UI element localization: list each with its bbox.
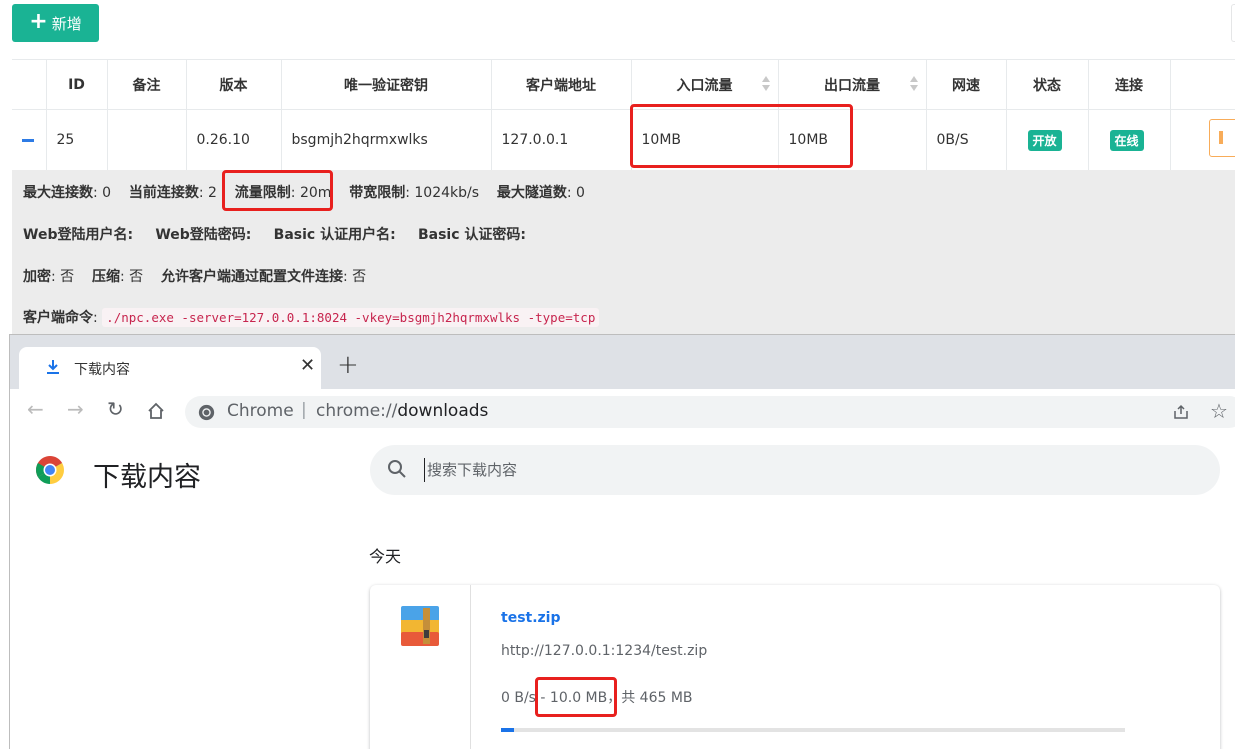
download-search-bar xyxy=(370,445,1220,495)
highlight-flow-limit-box xyxy=(222,170,333,211)
forward-icon[interactable]: → xyxy=(67,397,84,421)
col-speed[interactable]: 网速 xyxy=(925,59,1006,110)
search-icon xyxy=(388,460,406,478)
col-status[interactable]: 状态 xyxy=(1005,59,1088,110)
search-box-edge[interactable] xyxy=(1231,4,1235,42)
close-tab-icon[interactable]: ✕ xyxy=(300,355,315,376)
col-out-flow[interactable]: 出口流量 xyxy=(777,59,926,110)
download-url: http://127.0.0.1:1234/test.zip xyxy=(501,643,708,659)
page-title: 下载内容 xyxy=(93,462,201,493)
cell-version: 0.26.10 xyxy=(185,109,281,171)
col-in-flow[interactable]: 入口流量 xyxy=(630,59,778,110)
new-tab-icon[interactable]: + xyxy=(337,350,359,380)
cell-remark xyxy=(106,109,186,171)
highlight-flow-box xyxy=(630,104,853,168)
sort-icon[interactable] xyxy=(761,76,770,94)
detail-row-auth: Web登陆用户名: Web登陆密码: Basic 认证用户名: Basic 认证… xyxy=(23,224,526,244)
download-icon xyxy=(47,360,59,374)
reload-icon[interactable]: ↻ xyxy=(107,397,124,421)
cur-conn-value: : 2 xyxy=(198,185,217,201)
max-conn-label: 最大连接数 xyxy=(23,185,93,201)
add-button-label: 新增 xyxy=(51,14,82,33)
basic-user-label: Basic 认证用户名: xyxy=(273,227,396,243)
web-pass-label: Web登陆密码: xyxy=(155,227,252,243)
cur-conn-label: 当前连接数 xyxy=(128,185,199,201)
zip-file-icon xyxy=(401,606,439,646)
cell-vkey: bsgmjh2hqrmxwlks xyxy=(280,109,491,171)
cell-speed: 0B/S xyxy=(925,109,1006,171)
tab-downloads[interactable]: 下载内容 ✕ xyxy=(19,347,321,389)
download-progress-bar xyxy=(501,728,1125,732)
card-divider xyxy=(470,585,471,749)
status-badge: 开放 xyxy=(1027,129,1062,151)
detail-row-command: 客户端命令: ./npc.exe -server=127.0.0.1:8024 … xyxy=(23,307,600,327)
download-filename-link[interactable]: test.zip xyxy=(501,610,561,626)
col-vkey[interactable]: 唯一验证密钥 xyxy=(280,59,491,110)
omnibox-site-label: Chrome xyxy=(227,401,294,421)
download-progress-fill xyxy=(501,728,515,732)
home-icon[interactable] xyxy=(147,402,165,420)
bookmark-star-icon[interactable]: ☆ xyxy=(1210,399,1228,423)
cmd-label: 客户端命令 xyxy=(23,310,93,326)
cell-client-addr: 127.0.0.1 xyxy=(490,109,631,171)
chrome-site-icon xyxy=(198,404,215,421)
max-tunnel-label: 最大隧道数 xyxy=(496,185,567,201)
max-tunnel-value: : 0 xyxy=(566,185,585,201)
omnibox-url: chrome://downloads xyxy=(316,401,488,421)
col-client-addr[interactable]: 客户端地址 xyxy=(490,59,631,110)
cell-id: 25 xyxy=(45,109,107,171)
browser-toolbar: ← → ↻ Chrome | chrome://downloads ☆ xyxy=(10,389,1235,433)
client-table: ID 备注 版本 唯一验证密钥 客户端地址 入口流量 出口流量 网速 状态 连接… xyxy=(12,59,1235,171)
cmd-colon: : xyxy=(93,310,98,326)
col-expand xyxy=(12,59,46,110)
col-id[interactable]: ID xyxy=(45,59,107,110)
search-input[interactable] xyxy=(424,458,1024,482)
chrome-logo-icon xyxy=(36,456,64,484)
cell-status: 开放 xyxy=(1005,109,1088,171)
minus-icon[interactable] xyxy=(22,138,34,142)
table-header: ID 备注 版本 唯一验证密钥 客户端地址 入口流量 出口流量 网速 状态 连接 xyxy=(12,59,1235,110)
max-conn-value: : 0 xyxy=(93,185,112,201)
detail-row-options: 加密: 否 压缩: 否 允许客户端通过配置文件连接: 否 xyxy=(23,266,366,286)
compress-value: : 否 xyxy=(119,269,144,285)
crypt-label: 加密 xyxy=(23,269,51,285)
chrome-window: 下载内容 ✕ + ← → ↻ Chrome | chrome://downloa… xyxy=(9,334,1235,749)
highlight-downloaded-box xyxy=(535,677,617,717)
url-host: downloads xyxy=(397,401,489,421)
client-detail-panel: 最大连接数: 0 当前连接数: 2 流量限制: 20m 带宽限制: 1024kb… xyxy=(12,170,1235,334)
col-out-flow-label: 出口流量 xyxy=(824,77,880,94)
col-in-flow-label: 入口流量 xyxy=(676,77,733,94)
rate-limit-value: : 1024kb/s xyxy=(405,185,480,201)
url-scheme: chrome:// xyxy=(316,401,398,421)
web-user-label: Web登陆用户名: xyxy=(23,227,134,243)
pause-button[interactable] xyxy=(1209,119,1235,157)
cell-connection: 在线 xyxy=(1087,109,1170,171)
date-group-label: 今天 xyxy=(369,547,402,566)
add-button[interactable]: + 新增 xyxy=(12,4,99,42)
col-version[interactable]: 版本 xyxy=(185,59,281,110)
rate-limit-label: 带宽限制 xyxy=(349,185,406,201)
tab-strip: 下载内容 ✕ + xyxy=(10,335,1235,389)
basic-pass-label: Basic 认证密码: xyxy=(417,227,526,243)
col-connection[interactable]: 连接 xyxy=(1087,59,1170,110)
connection-badge: 在线 xyxy=(1109,129,1144,151)
omnibox-separator: | xyxy=(301,400,307,420)
config-conn-label: 允许客户端通过配置文件连接 xyxy=(160,269,343,285)
plus-icon: + xyxy=(29,9,48,34)
sort-icon[interactable] xyxy=(909,76,918,94)
back-icon[interactable]: ← xyxy=(27,397,44,421)
omnibox[interactable]: Chrome | chrome://downloads xyxy=(185,396,1235,428)
table-row: 25 0.26.10 bsgmjh2hqrmxwlks 127.0.0.1 10… xyxy=(12,109,1235,171)
col-actions xyxy=(1169,59,1235,110)
crypt-value: : 否 xyxy=(51,269,75,285)
tab-title: 下载内容 xyxy=(74,362,130,378)
config-conn-value: : 否 xyxy=(342,269,367,285)
download-card: test.zip http://127.0.0.1:1234/test.zip … xyxy=(370,585,1220,749)
col-remark[interactable]: 备注 xyxy=(106,59,186,110)
share-icon[interactable] xyxy=(1173,404,1189,420)
collapse-cell[interactable] xyxy=(12,109,46,171)
pause-bar-left xyxy=(1219,131,1223,144)
compress-label: 压缩 xyxy=(91,269,120,285)
client-command[interactable]: ./npc.exe -server=127.0.0.1:8024 -vkey=b… xyxy=(102,308,600,327)
